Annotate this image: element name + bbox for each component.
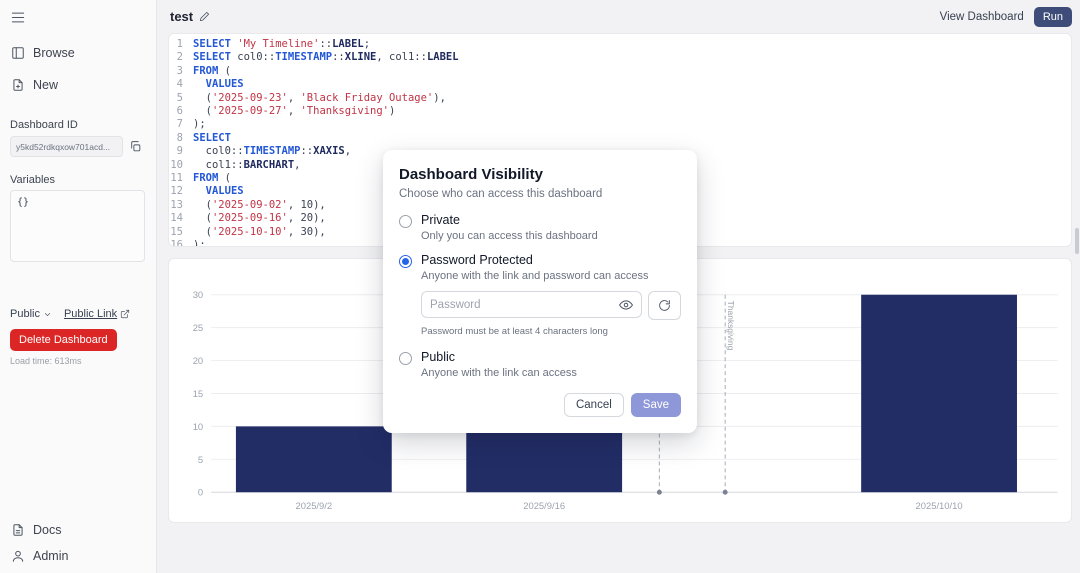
public-link[interactable]: Public Link [64,308,130,320]
option-label: Public [421,350,681,364]
page-scrollbar[interactable] [1075,228,1079,254]
modal-actions: Cancel Save [399,393,681,417]
svg-text:30: 30 [193,289,203,300]
run-button[interactable]: Run [1034,7,1072,27]
sidebar-item-browse[interactable]: Browse [11,46,75,60]
app-root: Browse New Dashboard ID Variables {} Pub… [0,0,1080,573]
refresh-icon [658,299,671,312]
sidebar-item-docs[interactable]: Docs [11,523,68,537]
code-line: 3FROM ( [169,65,1071,78]
svg-text:0: 0 [198,487,203,498]
visibility-select-value: Public [10,308,40,320]
dashboard-visibility-modal: Dashboard Visibility Choose who can acce… [383,150,697,433]
sidebar: Browse New Dashboard ID Variables {} Pub… [0,0,157,573]
svg-text:2025/9/2: 2025/9/2 [296,500,333,511]
sidebar-footer: Docs Admin [11,523,68,563]
hamburger-icon [10,10,26,25]
header: test View Dashboard Run [157,0,1080,33]
modal-title: Dashboard Visibility [399,166,681,183]
code-line: 5 ('2025-09-23', 'Black Friday Outage'), [169,92,1071,105]
page-title: test [170,9,210,24]
edit-pencil-icon[interactable] [199,11,210,22]
visibility-select[interactable]: Public [10,308,52,320]
code-line: 8SELECT [169,132,1071,145]
option-description: Only you can access this dashboard [421,230,681,242]
variables-label: Variables [10,174,55,186]
radio-private[interactable] [399,215,412,228]
sidebar-item-admin[interactable]: Admin [11,549,68,563]
svg-text:15: 15 [193,388,203,399]
svg-text:2025/10/10: 2025/10/10 [916,500,963,511]
docs-icon [11,523,25,537]
code-line: 6 ('2025-09-27', 'Thanksgiving') [169,105,1071,118]
cancel-button[interactable]: Cancel [564,393,624,417]
sidebar-item-label: Browse [33,46,75,60]
svg-text:5: 5 [198,454,203,465]
public-link-label: Public Link [64,308,117,320]
eye-icon[interactable] [619,298,633,312]
sidebar-item-label: Admin [33,549,68,563]
option-text: Password Protected Anyone with the link … [421,253,681,339]
option-password-protected[interactable]: Password Protected Anyone with the link … [399,253,681,339]
option-text: Private Only you can access this dashboa… [421,213,681,242]
password-field [421,291,642,318]
copy-button[interactable] [128,139,143,154]
option-text: Public Anyone with the link can access [421,350,681,379]
dashboard-id-input[interactable] [10,136,123,157]
sidebar-item-label: New [33,78,58,92]
password-row [421,291,681,320]
copy-icon [129,140,142,153]
radio-password-protected[interactable] [399,255,412,268]
svg-text:25: 25 [193,322,203,333]
menu-button[interactable] [8,8,28,30]
option-description: Anyone with the link can access [421,367,681,379]
option-private[interactable]: Private Only you can access this dashboa… [399,213,681,242]
code-line: 7); [169,118,1071,131]
delete-dashboard-button[interactable]: Delete Dashboard [10,329,117,351]
option-public[interactable]: Public Anyone with the link can access [399,350,681,379]
modal-subtitle: Choose who can access this dashboard [399,188,681,200]
generate-password-button[interactable] [648,291,681,320]
svg-text:10: 10 [193,421,203,432]
radio-public[interactable] [399,352,412,365]
sidebar-item-label: Docs [33,523,61,537]
code-line: 1SELECT 'My Timeline'::LABEL; [169,38,1071,51]
option-label: Password Protected [421,253,681,267]
user-icon [11,549,25,563]
password-hint: Password must be at least 4 characters l… [421,326,681,337]
sidebar-item-new[interactable]: New [11,78,58,92]
view-dashboard-button[interactable]: View Dashboard [940,11,1024,23]
svg-text:Thanksgiving: Thanksgiving [726,301,736,351]
visibility-options: Private Only you can access this dashboa… [399,213,681,379]
load-time-text: Load time: 613ms [10,356,82,366]
chevron-down-icon [43,310,52,319]
external-link-icon [120,309,130,319]
option-label: Private [421,213,681,227]
code-line: 2SELECT col0::TIMESTAMP::XLINE, col1::LA… [169,51,1071,64]
password-input[interactable] [430,299,619,311]
dashboard-id-label: Dashboard ID [10,119,78,131]
header-actions: View Dashboard Run [940,7,1072,27]
file-plus-icon [11,78,25,92]
variables-editor[interactable]: {} [10,190,145,262]
dashboard-title: test [170,9,193,24]
browse-icon [11,46,25,60]
visibility-row: Public Public Link [10,308,152,320]
option-description: Anyone with the link and password can ac… [421,270,681,282]
svg-text:20: 20 [193,355,203,366]
dashboard-id-row [10,136,148,157]
svg-text:2025/9/16: 2025/9/16 [523,500,565,511]
save-button[interactable]: Save [631,393,681,417]
code-line: 4 VALUES [169,78,1071,91]
